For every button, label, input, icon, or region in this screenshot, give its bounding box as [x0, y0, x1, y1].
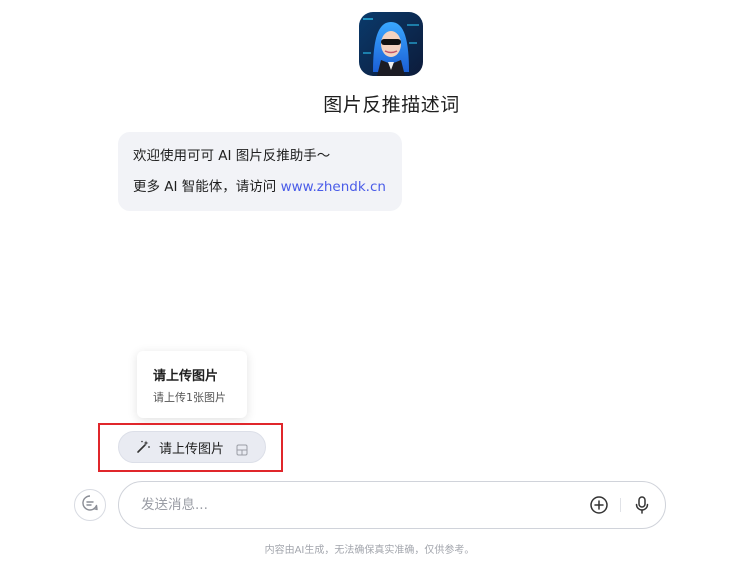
website-link[interactable]: www.zhendk.cn: [281, 179, 386, 195]
welcome-line-2-text: 更多 AI 智能体，请访问: [133, 179, 281, 195]
microphone-icon[interactable]: [632, 495, 652, 515]
plus-circle-icon[interactable]: [589, 495, 609, 515]
welcome-line-1: 欢迎使用可可 AI 图片反推助手～: [133, 148, 331, 164]
agent-avatar: [359, 12, 423, 76]
new-chat-button[interactable]: [74, 489, 106, 521]
welcome-line-2: 更多 AI 智能体，请访问 www.zhendk.cn: [133, 177, 388, 197]
tooltip-title: 请上传图片: [153, 369, 219, 384]
message-composer: [118, 481, 666, 529]
chat-page: 图片反推描述词 欢迎使用可可 AI 图片反推助手～ 更多 AI 智能体，请访问 …: [0, 0, 739, 562]
agent-title: 图片反推描述词: [323, 94, 460, 116]
ai-disclaimer: 内容由AI生成，无法确保真实准确，仅供参考。: [264, 545, 475, 556]
new-chat-icon: [81, 494, 99, 516]
chip-label: 请上传图片: [159, 441, 225, 457]
tooltip-subtitle: 请上传1张图片: [153, 391, 226, 404]
upload-image-chip[interactable]: 请上传图片: [118, 431, 266, 463]
magic-wand-icon: [135, 439, 151, 455]
composer-divider: [620, 498, 621, 512]
upload-tooltip: 请上传图片 请上传1张图片: [137, 351, 247, 418]
image-upload-icon: [236, 441, 248, 456]
welcome-message: 欢迎使用可可 AI 图片反推助手～ 更多 AI 智能体，请访问 www.zhen…: [118, 132, 402, 211]
message-input[interactable]: [141, 482, 571, 528]
